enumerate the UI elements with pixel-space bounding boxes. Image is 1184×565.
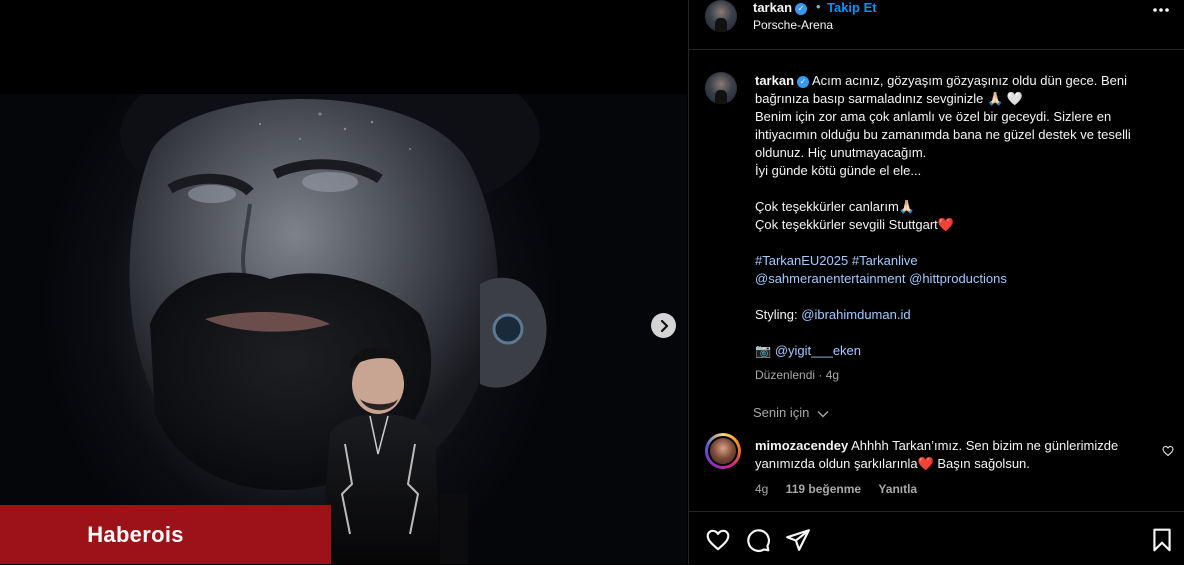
caption-hashtags[interactable]: #TarkanEU2025 #Tarkanlive: [755, 252, 1165, 270]
post-media[interactable]: Haberois: [0, 0, 687, 564]
caption-mention[interactable]: @yigit___eken: [775, 343, 861, 358]
comment-likes[interactable]: 119 beğenme: [786, 482, 861, 496]
bookmark-icon: [1153, 528, 1171, 552]
watermark-banner: Haberois: [0, 505, 331, 564]
caption-author-avatar[interactable]: [705, 72, 737, 104]
caption-line: İyi günde kötü günde el ele...: [755, 163, 922, 178]
verified-badge-icon: ✓: [797, 75, 810, 88]
like-button[interactable]: [705, 527, 731, 553]
concert-photo-illustration: [120, 94, 547, 564]
caption-body: tarkan ✓ Acım acınız, gözyaşım gözyaşınız…: [755, 72, 1165, 384]
styling-label: Styling:: [755, 307, 798, 322]
comment-heart-icon[interactable]: [1162, 445, 1174, 457]
comment-bubble-icon: [747, 529, 770, 552]
caption-line: Acım acınız, gözyaşım gözyaşınız oldu dü…: [811, 73, 1127, 88]
post-side-panel: tarkan ✓ • Takip Et Porsche-Arena tarkan ✓…: [688, 0, 1184, 564]
post-header: tarkan ✓ • Takip Et Porsche-Arena: [689, 0, 1184, 50]
comment-text: mimozacendey Ahhhh Tarkan’ımız. Sen bizi…: [755, 437, 1155, 473]
caption-line: ihtiyacımın olduğu bu zamanımda bana ne …: [755, 127, 1131, 142]
caption-line: Çok teşekkürler canlarım🙏🏻: [755, 199, 915, 214]
commenter-avatar[interactable]: [705, 433, 741, 469]
author-avatar[interactable]: [705, 0, 737, 32]
watermark-text: Haberois: [87, 521, 184, 547]
verified-badge-icon: ✓: [795, 2, 808, 15]
comment-time[interactable]: 4g: [755, 482, 768, 496]
for-you-filter[interactable]: Senin için: [753, 405, 829, 420]
caption-meta: Düzenlendi · 4g: [755, 368, 840, 382]
caption-mention[interactable]: @ibrahimduman.id: [801, 307, 910, 322]
paper-plane-icon: [786, 529, 810, 551]
share-button[interactable]: [785, 527, 811, 553]
caption-line: Çok teşekkürler sevgili Stuttgart❤️: [755, 217, 954, 232]
comment-button[interactable]: [745, 527, 771, 553]
commenter-username[interactable]: mimozacendey: [755, 438, 848, 453]
caption-line: Benim için zor ama çok anlamlı ve özel b…: [755, 109, 1112, 124]
separator-dot: •: [816, 0, 821, 14]
author-username[interactable]: tarkan ✓: [753, 0, 808, 15]
follow-button[interactable]: Takip Et: [827, 0, 877, 15]
heart-icon: [706, 529, 730, 551]
comment-body-line: yanımızda oldun şarkılarınla❤️ Başın sağ…: [755, 456, 1030, 471]
more-horizontal-icon[interactable]: [1151, 4, 1171, 16]
caption-mention[interactable]: @hittproductions: [909, 271, 1007, 286]
chevron-down-icon: [817, 410, 829, 418]
caption-line: bağrınıza basıp sarmaladınız sevginizle …: [755, 91, 1023, 106]
caption-username[interactable]: tarkan: [755, 73, 794, 88]
camera-icon: 📷: [755, 343, 772, 358]
reply-button[interactable]: Yanıtla: [878, 482, 917, 496]
caption-line: [755, 180, 1165, 198]
comment-meta: 4g 119 beğenme Yanıtla: [755, 482, 931, 496]
comment-body-line: Ahhhh Tarkan’ımız. Sen bizim ne günlerim…: [851, 438, 1119, 453]
post-photo: [0, 94, 687, 564]
caption-mention[interactable]: @sahmeranentertainment: [755, 271, 906, 286]
chevron-right-icon: [660, 319, 668, 332]
post-action-bar: [689, 511, 1184, 565]
next-photo-button[interactable]: [651, 313, 676, 338]
for-you-label: Senin için: [753, 405, 810, 420]
post-location[interactable]: Porsche-Arena: [753, 18, 833, 32]
save-button[interactable]: [1149, 527, 1175, 553]
caption-line: oldunuz. Hiç unutmayacağım.: [755, 145, 927, 160]
